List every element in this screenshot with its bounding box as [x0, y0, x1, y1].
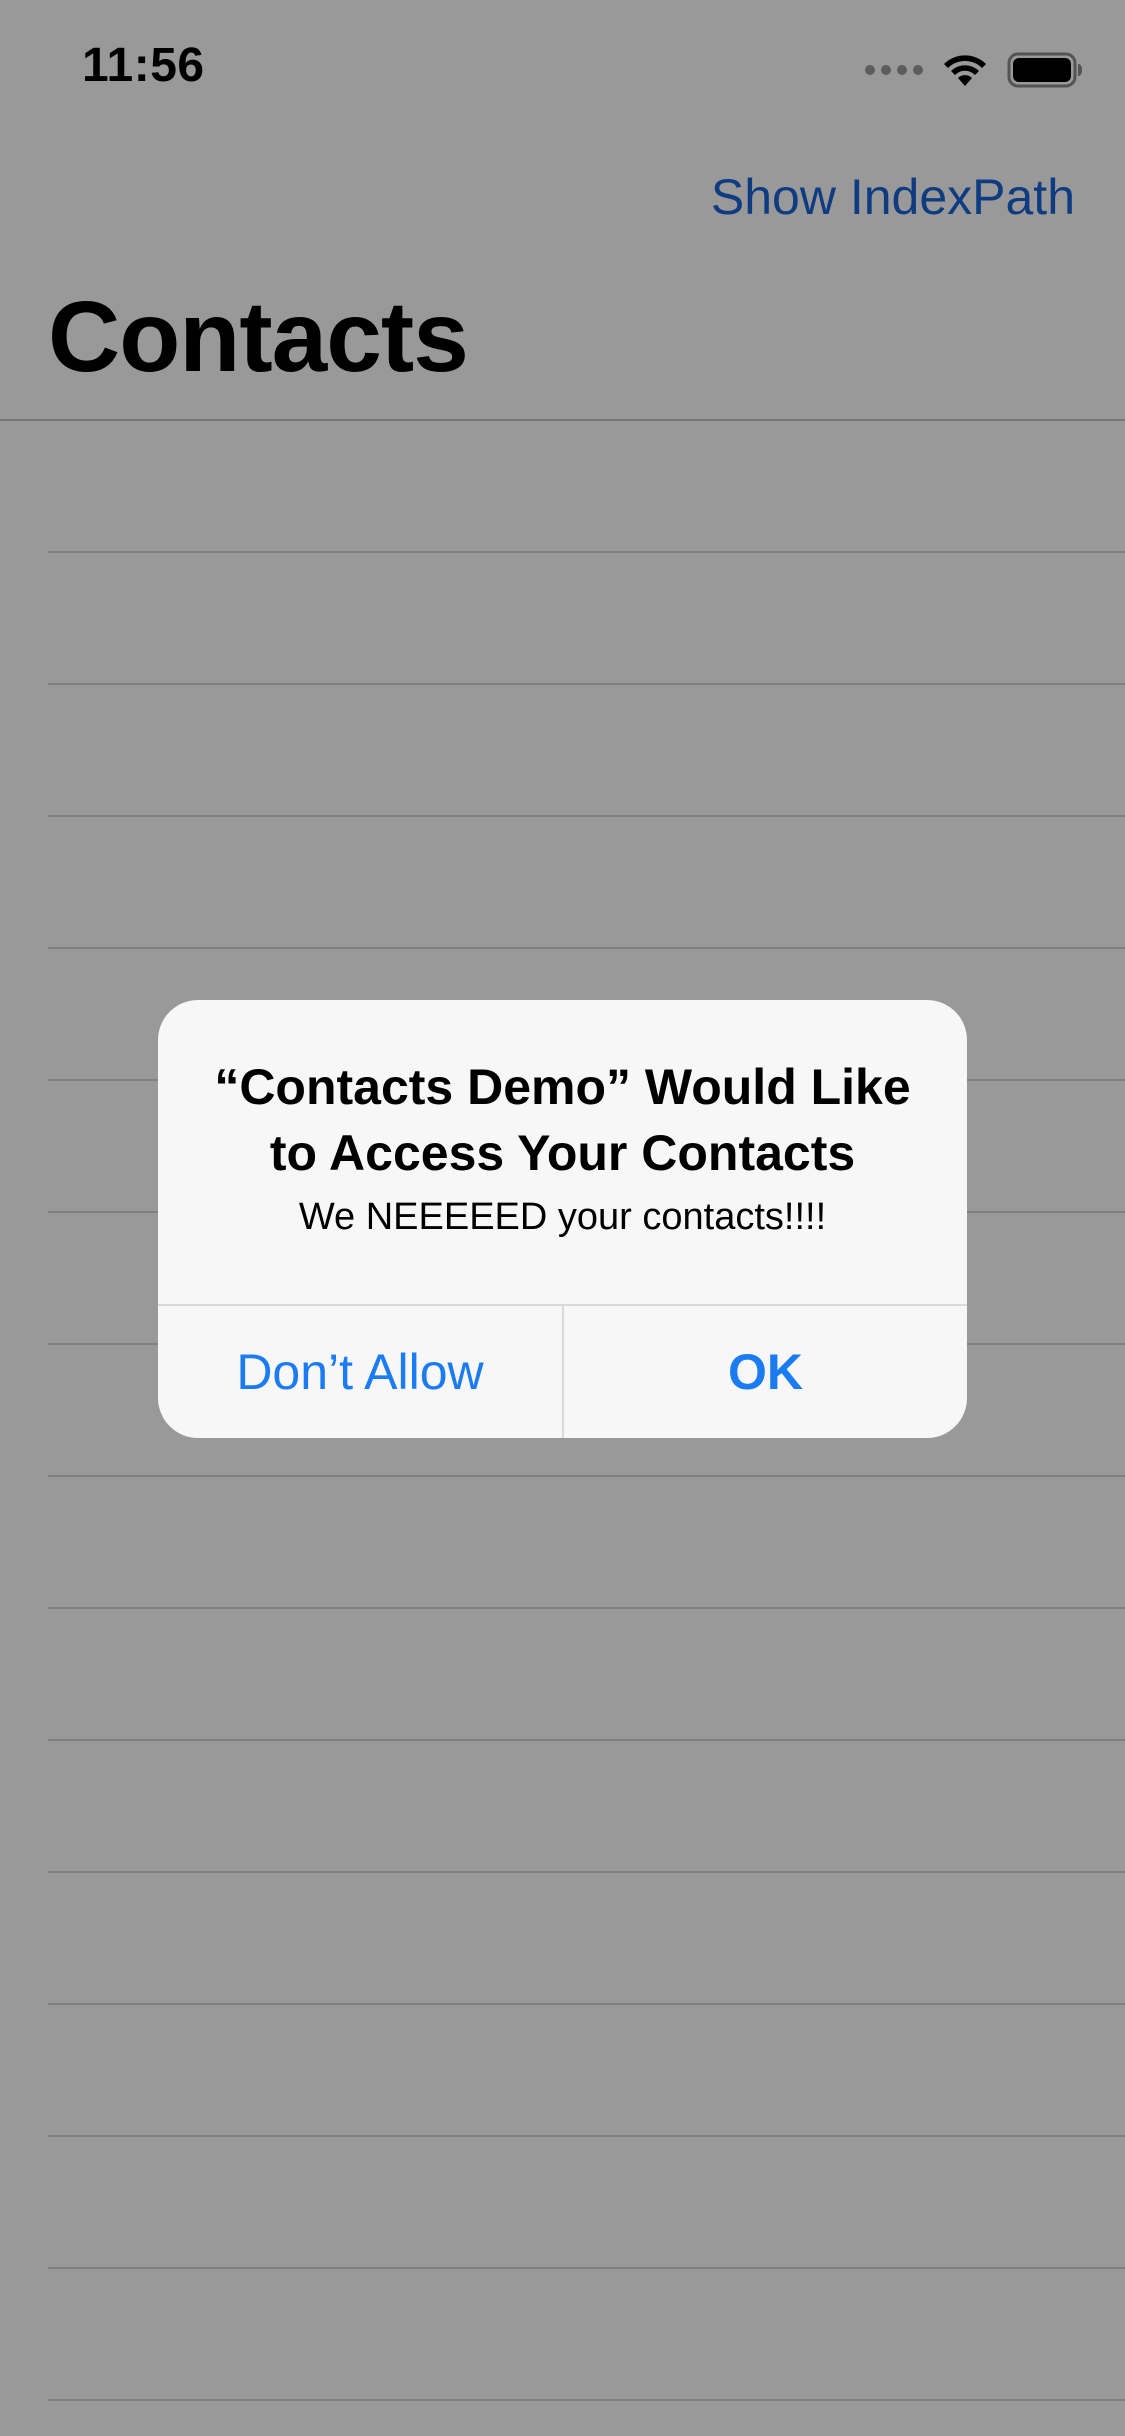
dont-allow-button[interactable]: Don’t Allow: [158, 1306, 562, 1438]
alert-title: “Contacts Demo” Would Like to Access You…: [214, 1059, 911, 1181]
alert-message: We NEEEEED your contacts!!!!: [298, 1196, 827, 1238]
ok-button[interactable]: OK: [564, 1306, 967, 1438]
permission-alert: “Contacts Demo” Would Like to Access You…: [158, 1000, 967, 1438]
